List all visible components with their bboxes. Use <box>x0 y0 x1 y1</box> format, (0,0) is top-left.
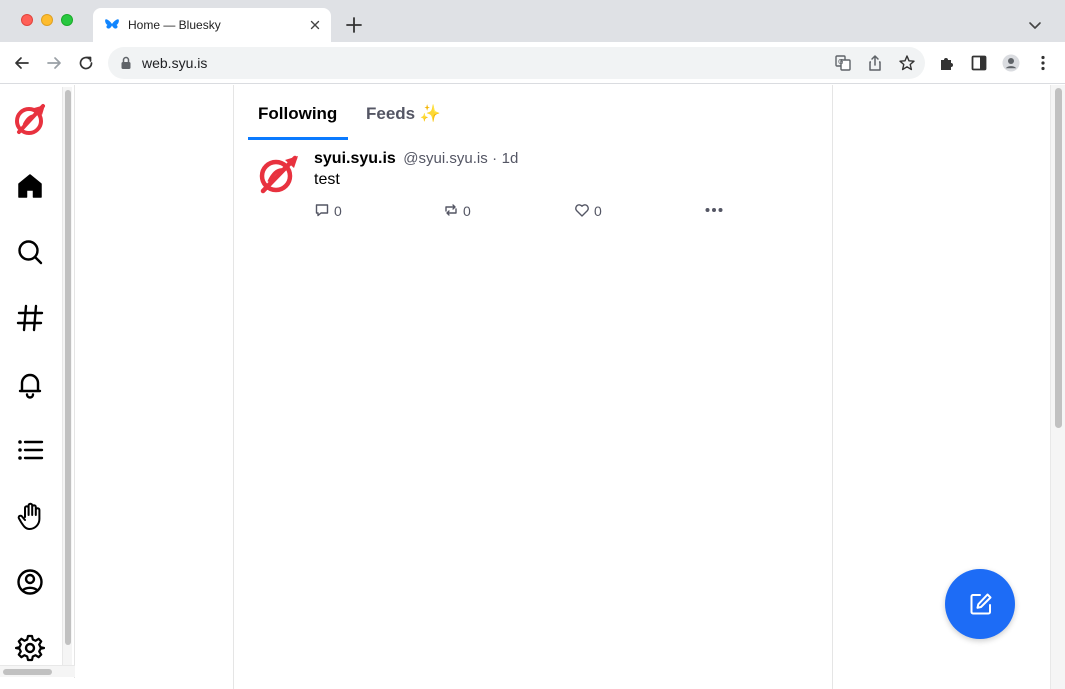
author-handle[interactable]: @syui.syu.is <box>403 150 487 167</box>
post-text: test <box>314 171 340 188</box>
reply-icon <box>315 204 329 217</box>
search-icon[interactable] <box>15 237 45 267</box>
reload-icon[interactable] <box>77 54 95 72</box>
heart-icon <box>575 204 589 217</box>
scroll-thumb[interactable] <box>3 669 52 675</box>
bookmark-star-icon[interactable] <box>898 54 916 72</box>
home-icon[interactable] <box>15 171 45 201</box>
compose-post-button[interactable] <box>945 569 1015 639</box>
extensions-puzzle-icon[interactable] <box>938 54 956 72</box>
scroll-thumb[interactable] <box>1055 88 1062 428</box>
address-bar[interactable]: web.syu.is G <box>108 47 925 79</box>
active-tab-indicator <box>248 137 348 140</box>
feed-tabs: Following Feeds ✨ <box>234 85 832 141</box>
profile-avatar-icon[interactable] <box>1002 54 1020 72</box>
meta-separator: · <box>492 150 498 167</box>
minimize-window-button[interactable] <box>41 14 53 26</box>
hash-icon[interactable] <box>15 303 45 333</box>
kebab-menu-icon[interactable] <box>1034 54 1052 72</box>
post-author: syui.syu.is @syui.syu.is · 1d <box>314 150 518 168</box>
post-age[interactable]: 1d <box>502 150 519 167</box>
feed-column: Following Feeds ✨ syui.syu.is @syui.syu.… <box>233 85 833 689</box>
author-display-name[interactable]: syui.syu.is <box>314 150 396 167</box>
scroll-thumb[interactable] <box>65 90 71 645</box>
back-icon[interactable] <box>13 54 31 72</box>
hand-icon[interactable] <box>15 501 45 531</box>
forward-icon[interactable] <box>45 54 63 72</box>
tab-following-label: Following <box>258 104 338 123</box>
tab-following[interactable]: Following <box>248 85 348 141</box>
more-options-icon[interactable] <box>704 203 724 217</box>
translate-icon[interactable]: G <box>834 54 852 72</box>
side-panel-icon[interactable] <box>970 54 988 72</box>
avatar[interactable] <box>255 152 301 198</box>
app-logo-icon[interactable] <box>12 102 48 138</box>
share-icon[interactable] <box>866 54 884 72</box>
page-vertical-scrollbar[interactable] <box>1050 85 1065 689</box>
repost-icon <box>445 204 457 216</box>
browser-toolbar: web.syu.is G <box>0 42 1065 84</box>
bell-icon[interactable] <box>15 369 45 399</box>
page-content: Following Feeds ✨ syui.syu.is @syui.syu.… <box>0 85 1065 689</box>
profile-icon[interactable] <box>15 567 45 597</box>
browser-tab-home[interactable]: Home — Bluesky <box>93 8 331 42</box>
new-tab-icon[interactable] <box>345 16 363 34</box>
zoom-window-button[interactable] <box>61 14 73 26</box>
svg-text:G: G <box>838 58 843 66</box>
tab-feeds-label: Feeds ✨ <box>366 104 442 123</box>
tab-feeds[interactable]: Feeds ✨ <box>356 85 456 141</box>
url-text: web.syu.is <box>142 55 208 71</box>
tab-strip: Home — Bluesky <box>0 0 1065 42</box>
list-icon[interactable] <box>15 435 45 465</box>
close-tab-icon[interactable] <box>307 17 323 33</box>
left-nav-vertical-scrollbar[interactable] <box>62 87 72 677</box>
butterfly-icon <box>105 19 119 29</box>
lock-icon <box>121 56 131 69</box>
chevron-down-icon[interactable] <box>1027 17 1043 33</box>
close-window-button[interactable] <box>21 14 33 26</box>
tab-title: Home — Bluesky <box>128 18 221 32</box>
post-item[interactable]: syui.syu.is @syui.syu.is · 1d test 0 0 0 <box>234 145 832 225</box>
reply-count: 0 <box>334 203 342 219</box>
repost-count: 0 <box>463 203 471 219</box>
left-nav-horizontal-scrollbar[interactable] <box>0 665 75 677</box>
browser-window: Home — Bluesky web.syu.is G Following Fe… <box>0 0 1065 689</box>
settings-icon[interactable] <box>15 633 45 663</box>
like-count: 0 <box>594 203 602 219</box>
compose-icon <box>970 593 992 615</box>
